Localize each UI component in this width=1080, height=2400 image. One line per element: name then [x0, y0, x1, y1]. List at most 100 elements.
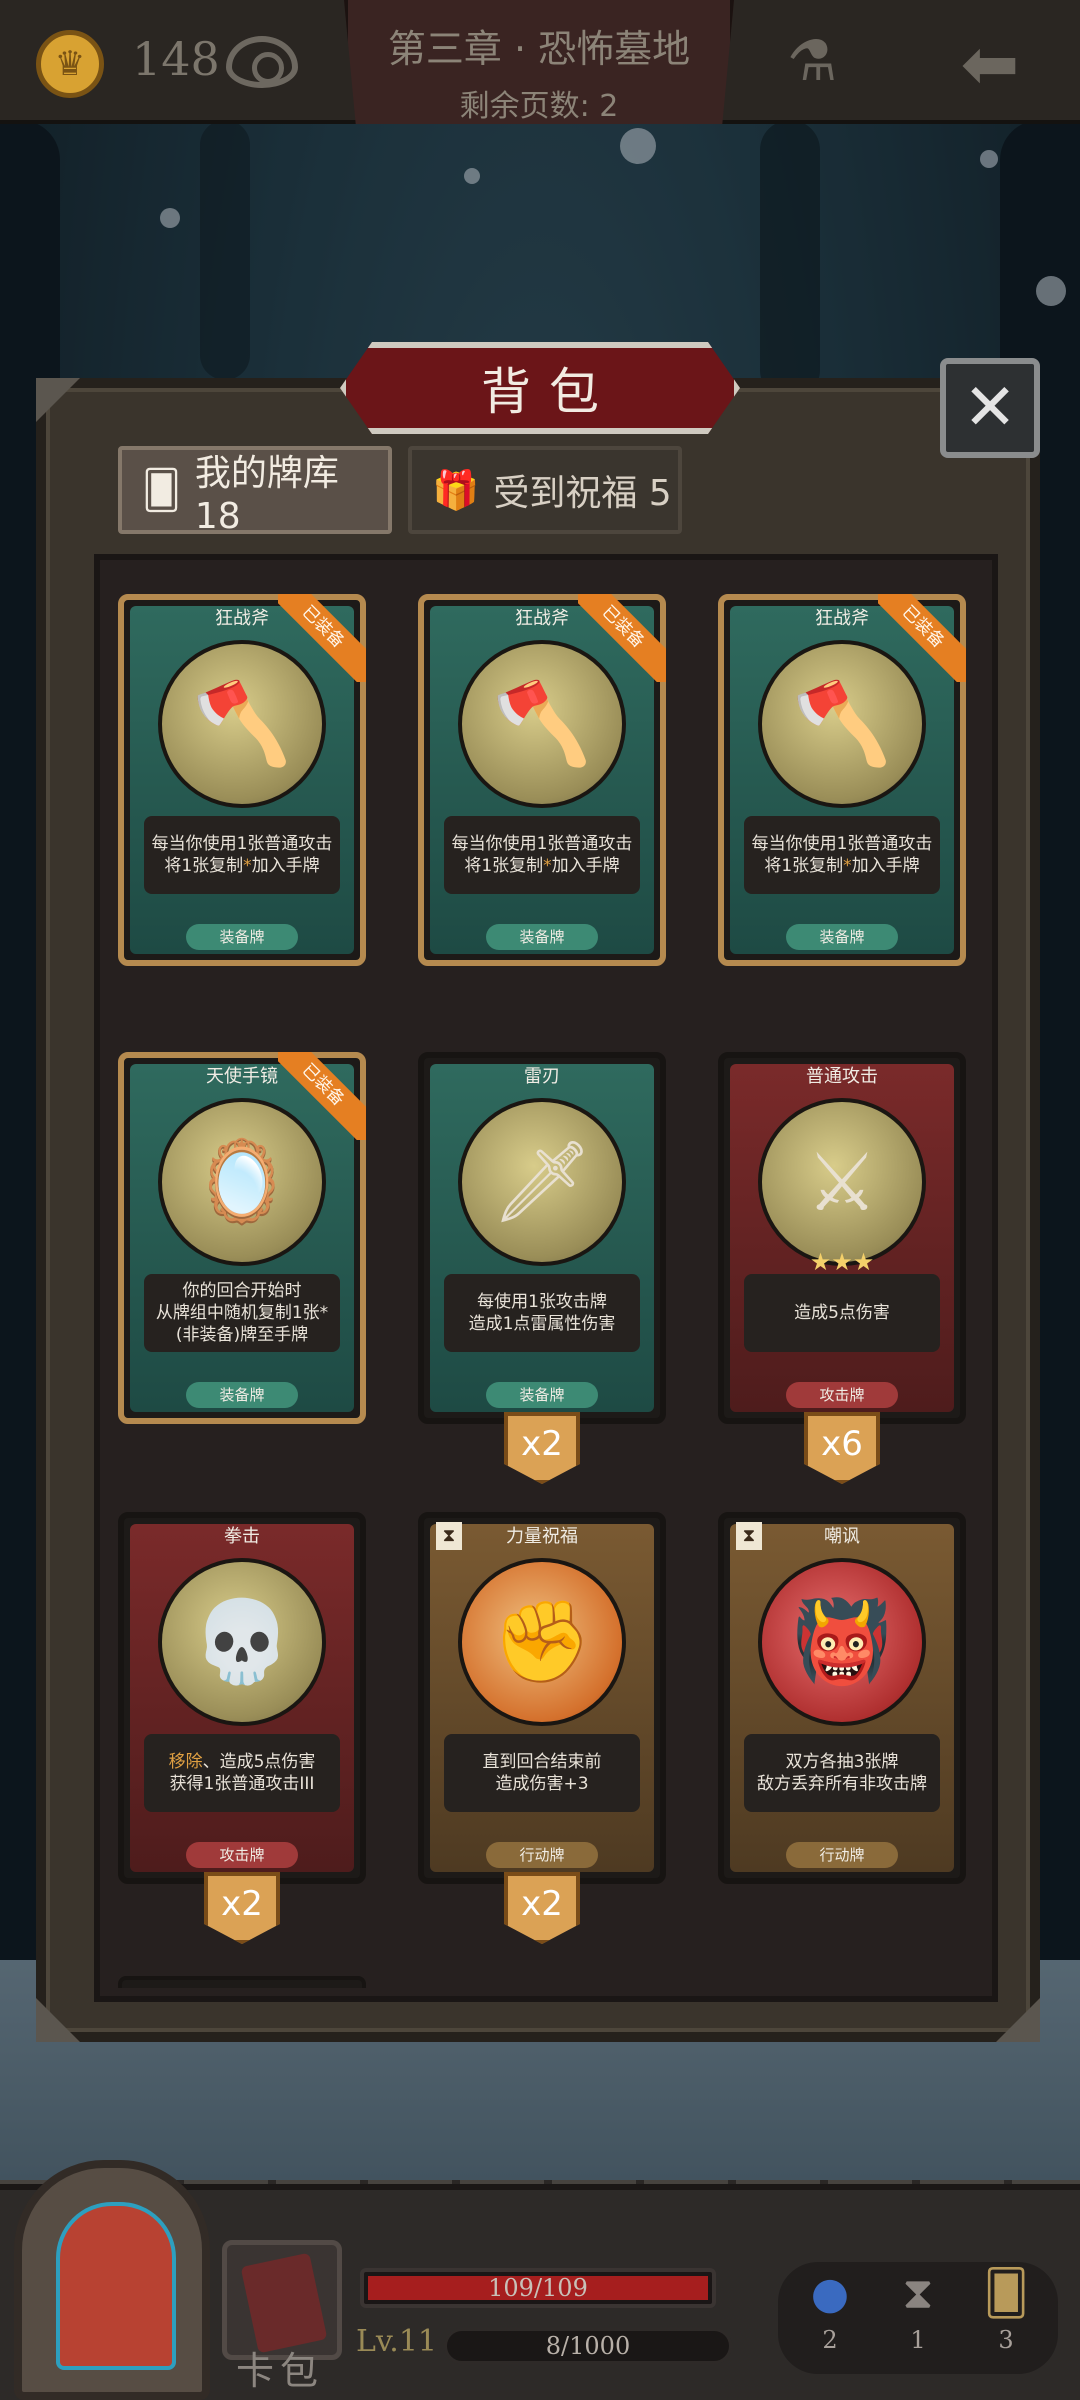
tab-label: 受到祝福 5	[493, 473, 672, 514]
eye-icon[interactable]	[226, 36, 298, 88]
hourglass-icon: ⧗	[902, 2268, 934, 2319]
resource-cards[interactable]: 🂠 3	[966, 2262, 1046, 2354]
card-art-icon: 🪓	[492, 677, 592, 770]
desc-highlight: 移除	[168, 1752, 203, 1772]
chapter-plate: 第三章 · 恐怖墓地 剩余页数: 2	[344, 0, 734, 124]
card-art-icon: 🪓	[192, 677, 292, 770]
resource-count: 2	[822, 2326, 838, 2354]
pages-remaining: 剩余页数: 2	[459, 89, 619, 124]
card-art: ✊	[458, 1558, 626, 1726]
card-art: 💀	[158, 1558, 326, 1726]
tab-my-deck[interactable]: 🂠 我的牌库 18	[118, 446, 392, 537]
card-desc-line: (非装备)牌至手牌	[175, 1325, 309, 1345]
card-type-label: 行动牌	[486, 1842, 598, 1868]
card-description: 你的回合开始时 从牌组中随机复制1张* (非装备)牌至手牌	[144, 1274, 340, 1352]
coin-count: 148	[132, 32, 220, 86]
bag-title-banner: 背包	[340, 342, 740, 434]
close-button[interactable]: ✕	[940, 358, 1040, 458]
desc-part: 加入手牌	[851, 856, 920, 876]
desc-highlight: *	[243, 856, 252, 876]
card-desc-line: 将1张复制*加入手牌	[164, 855, 319, 877]
card-description: 每使用1张攻击牌 造成1点雷属性伤害	[444, 1274, 640, 1352]
card-pack-label: 卡包	[236, 2349, 325, 2393]
card-art-icon: 🗡	[491, 1135, 593, 1228]
equipped-tag: 已装备	[278, 1052, 366, 1140]
desc-highlight: *	[843, 856, 852, 876]
top-bar: ♛ 148 第三章 · 恐怖墓地 剩余页数: 2 ⚗ ⬅	[0, 0, 1080, 124]
card-desc-line: 每当你使用1张普通攻击	[451, 834, 633, 854]
card-2[interactable]: 狂战斧 🪓 每当你使用1张普通攻击 将1张复制*加入手牌 装备牌 已装备	[718, 594, 966, 966]
card-type-label: 装备牌	[486, 1382, 598, 1408]
hp-text: 109/109	[488, 2274, 588, 2302]
desc-part: 加入手牌	[251, 856, 320, 876]
desc-part: 将1张复制	[764, 856, 844, 876]
tab-blessings[interactable]: 🎁 受到祝福 5	[408, 446, 682, 534]
equipped-tag-label: 已装备	[878, 594, 966, 682]
xp-bar: 8/1000	[444, 2328, 732, 2364]
card-desc-line: 造成伤害+3	[495, 1774, 589, 1794]
card-description: 造成5点伤害	[744, 1274, 940, 1352]
panel-corner	[36, 1998, 80, 2042]
card-0[interactable]: 狂战斧 🪓 每当你使用1张普通攻击 将1张复制*加入手牌 装备牌 已装备	[118, 594, 366, 966]
card-description: 双方各抽3张牌 敌方丢弃所有非攻击牌	[744, 1734, 940, 1812]
card-desc-line: 从牌组中随机复制1张*	[155, 1303, 329, 1323]
card-7[interactable]: ⧗ 力量祝福 ✊ 直到回合结束前 造成伤害+3 行动牌	[418, 1512, 666, 1884]
close-icon: ✕	[963, 371, 1017, 445]
card-4[interactable]: 雷刃 🗡 每使用1张攻击牌 造成1点雷属性伤害 装备牌	[418, 1052, 666, 1424]
equipped-tag-label: 已装备	[278, 594, 366, 682]
cards-icon: 🂠	[142, 468, 181, 512]
card-description: 每当你使用1张普通攻击 将1张复制*加入手牌	[444, 816, 640, 894]
card-type-label: 装备牌	[186, 924, 298, 950]
card-art-icon: 🪞	[192, 1135, 292, 1228]
card-1[interactable]: 狂战斧 🪓 每当你使用1张普通攻击 将1张复制*加入手牌 装备牌 已装备	[418, 594, 666, 966]
resource-count: 1	[910, 2326, 926, 2354]
star-rating: ★★★	[809, 1248, 875, 1276]
back-arrow-icon[interactable]: ⬅	[950, 24, 1030, 104]
card-type-label: 行动牌	[786, 1842, 898, 1868]
resource-orb[interactable]: ● 2	[790, 2262, 870, 2354]
card-desc-line: 每当你使用1张普通攻击	[751, 834, 933, 854]
card-art-icon: ⚔	[806, 1135, 878, 1229]
potion-icon[interactable]: ⚗	[774, 24, 850, 100]
card-description: 每当你使用1张普通攻击 将1张复制*加入手牌	[744, 816, 940, 894]
card-3[interactable]: 天使手镜 🪞 你的回合开始时 从牌组中随机复制1张* (非装备)牌至手牌 装备牌 已…	[118, 1052, 366, 1424]
card-type-label: 攻击牌	[186, 1842, 298, 1868]
card-type-label: 装备牌	[786, 924, 898, 950]
card-desc-line: 造成5点伤害	[794, 1303, 890, 1323]
equipped-tag: 已装备	[278, 594, 366, 682]
card-type-label: 攻击牌	[786, 1382, 898, 1408]
card-name: 雷刃	[524, 1066, 560, 1087]
equipped-tag-label: 已装备	[278, 1052, 366, 1140]
hero-portrait[interactable]	[14, 2160, 210, 2400]
card-peek	[118, 1976, 366, 1988]
card-name: 普通攻击	[806, 1066, 878, 1087]
card-desc-line: 敌方丢弃所有非攻击牌	[757, 1774, 927, 1794]
card-description: 移除、造成5点伤害 获得1张普通攻击III	[144, 1734, 340, 1812]
card-art-icon: 🪓	[792, 677, 892, 770]
hp-bar: 109/109	[360, 2268, 716, 2308]
card-desc-line: 将1张复制*加入手牌	[464, 855, 619, 877]
card-desc-line: 移除、造成5点伤害	[169, 1751, 316, 1773]
card-desc-line: 每当你使用1张普通攻击	[151, 834, 333, 854]
card-description: 直到回合结束前 造成伤害+3	[444, 1734, 640, 1812]
card-desc-line: 将1张复制*加入手牌	[764, 855, 919, 877]
chapter-title: 第三章 · 恐怖墓地	[387, 27, 691, 71]
card-art: ⚔	[758, 1098, 926, 1266]
resource-hourglass[interactable]: ⧗ 1	[878, 2262, 958, 2354]
desc-part: 将1张复制	[164, 856, 244, 876]
card-6[interactable]: 拳击 💀 移除、造成5点伤害 获得1张普通攻击III 攻击牌	[118, 1512, 366, 1884]
desc-part: 将1张复制	[464, 856, 544, 876]
card-description: 每当你使用1张普通攻击 将1张复制*加入手牌	[144, 816, 340, 894]
level-label: Lv.11	[356, 2324, 438, 2359]
card-name: 力量祝福	[506, 1526, 578, 1547]
card-type-label: 装备牌	[486, 924, 598, 950]
equipped-tag: 已装备	[578, 594, 666, 682]
card-5[interactable]: 普通攻击 ⚔ ★★★ 造成5点伤害 攻击牌	[718, 1052, 966, 1424]
card-8[interactable]: ⧗ 嘲讽 👹 双方各抽3张牌 敌方丢弃所有非攻击牌 行动牌	[718, 1512, 966, 1884]
card-name: 拳击	[224, 1526, 260, 1547]
panel-corner	[996, 1998, 1040, 2042]
card-art: 🗡	[458, 1098, 626, 1266]
cards-icon: 🂠	[983, 2268, 1029, 2319]
card-desc-line: 直到回合结束前	[482, 1752, 602, 1772]
panel-corner	[36, 378, 80, 422]
